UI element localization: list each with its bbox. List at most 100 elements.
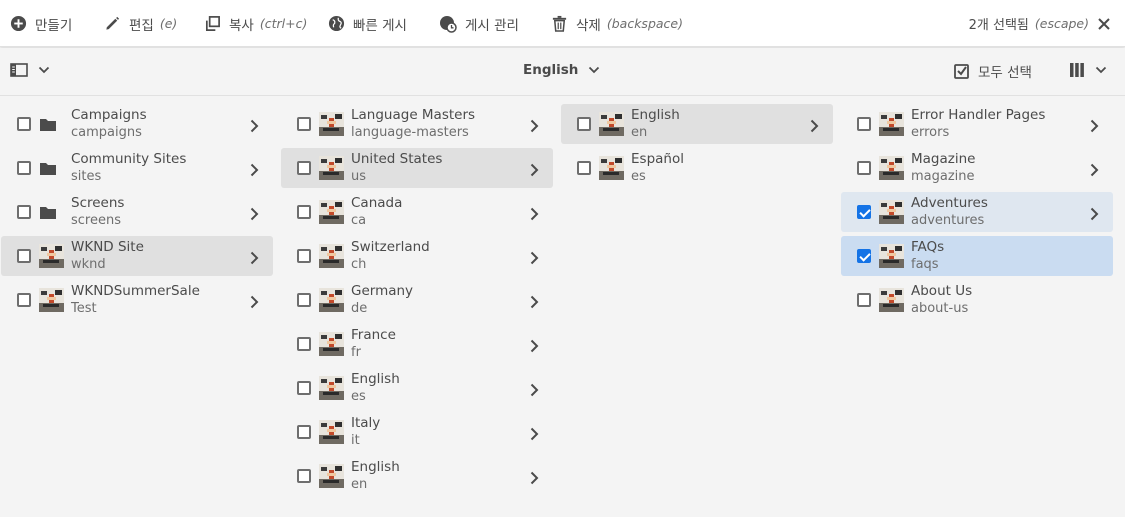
- selection-shortcut-hint: (escape): [1034, 16, 1089, 31]
- item-title: English: [351, 459, 400, 475]
- item-title: Germany: [351, 283, 414, 299]
- item-name: magazine: [911, 169, 975, 184]
- item-checkbox[interactable]: [297, 381, 311, 395]
- column-item[interactable]: Campaigns campaigns: [1, 104, 273, 144]
- close-selection-button[interactable]: [1097, 17, 1111, 31]
- chevron-right-icon[interactable]: [530, 426, 539, 445]
- copy-button[interactable]: 복사 (ctrl+c): [204, 0, 307, 47]
- chevron-right-icon[interactable]: [530, 470, 539, 489]
- page-thumbnail: [319, 244, 344, 268]
- item-name: about-us: [911, 301, 969, 316]
- item-checkbox[interactable]: [17, 117, 31, 131]
- item-checkbox[interactable]: [297, 293, 311, 307]
- column-item[interactable]: Germany de: [281, 280, 553, 320]
- item-checkbox[interactable]: [297, 249, 311, 263]
- item-checkbox[interactable]: [297, 469, 311, 483]
- item-checkbox[interactable]: [297, 425, 311, 439]
- chevron-right-icon[interactable]: [530, 250, 539, 269]
- page-thumbnail: [879, 200, 904, 224]
- column-item[interactable]: Magazine magazine: [841, 148, 1113, 188]
- item-checkbox[interactable]: [297, 205, 311, 219]
- add-circle-icon: [10, 15, 27, 32]
- column-item[interactable]: WKND Site wknd: [1, 236, 273, 276]
- item-checkbox[interactable]: [857, 117, 871, 131]
- item-text: Español es: [631, 151, 684, 185]
- chevron-right-icon[interactable]: [250, 250, 259, 269]
- item-name: sites: [71, 169, 102, 184]
- column-item[interactable]: FAQs faqs: [841, 236, 1113, 276]
- delete-shortcut-hint: (backspace): [606, 16, 683, 31]
- item-name: language-masters: [351, 125, 469, 140]
- column-item[interactable]: English en: [561, 104, 833, 144]
- column-item[interactable]: WKNDSummerSale Test: [1, 280, 273, 320]
- chevron-right-icon[interactable]: [530, 338, 539, 357]
- copy-icon: [205, 16, 220, 31]
- column-item[interactable]: Switzerland ch: [281, 236, 553, 276]
- column-item[interactable]: Italy it: [281, 412, 553, 452]
- column-item[interactable]: Español es: [561, 148, 833, 188]
- delete-button[interactable]: 삭제 (backspace): [551, 0, 683, 47]
- column-4: Error Handler Pages errors Magazine magazin…: [840, 97, 1120, 517]
- column-item[interactable]: English es: [281, 368, 553, 408]
- column-item[interactable]: English en: [281, 456, 553, 496]
- item-name: Test: [71, 301, 97, 316]
- page-title[interactable]: English: [523, 62, 600, 78]
- view-switcher[interactable]: [1069, 62, 1107, 78]
- item-checkbox[interactable]: [577, 161, 591, 175]
- item-name: ch: [351, 257, 367, 272]
- create-button[interactable]: 만들기: [10, 0, 72, 47]
- column-item[interactable]: Community Sites sites: [1, 148, 273, 188]
- item-checkbox[interactable]: [17, 161, 31, 175]
- chevron-right-icon[interactable]: [1090, 206, 1099, 225]
- column-item[interactable]: United States us: [281, 148, 553, 188]
- globe-clock-icon: [440, 15, 457, 33]
- quick-publish-button[interactable]: 빠른 게시: [328, 0, 407, 47]
- chevron-right-icon[interactable]: [530, 162, 539, 181]
- page-thumbnail: [319, 200, 344, 224]
- chevron-right-icon[interactable]: [250, 118, 259, 137]
- column-item[interactable]: Canada ca: [281, 192, 553, 232]
- item-title: France: [351, 327, 396, 343]
- rail-toggle-button[interactable]: [10, 62, 50, 78]
- edit-button[interactable]: 편집 (e): [104, 0, 177, 47]
- chevron-right-icon[interactable]: [810, 118, 819, 137]
- chevron-down-icon: [589, 66, 600, 74]
- chevron-right-icon[interactable]: [530, 382, 539, 401]
- chevron-right-icon[interactable]: [1090, 162, 1099, 181]
- chevron-right-icon[interactable]: [250, 162, 259, 181]
- item-checkbox[interactable]: [857, 249, 871, 263]
- chevron-right-icon[interactable]: [530, 206, 539, 225]
- select-all-button[interactable]: 모두 선택: [954, 61, 1032, 81]
- column-item[interactable]: About Us about-us: [841, 280, 1113, 320]
- item-title: Español: [631, 151, 684, 167]
- chevron-right-icon[interactable]: [530, 118, 539, 137]
- column-item[interactable]: France fr: [281, 324, 553, 364]
- item-checkbox[interactable]: [297, 337, 311, 351]
- chevron-right-icon[interactable]: [1090, 118, 1099, 137]
- item-name: us: [351, 169, 367, 184]
- item-name: en: [351, 477, 368, 492]
- item-checkbox[interactable]: [17, 205, 31, 219]
- item-checkbox[interactable]: [857, 205, 871, 219]
- item-checkbox[interactable]: [577, 117, 591, 131]
- item-checkbox[interactable]: [857, 161, 871, 175]
- manage-publication-button[interactable]: 게시 관리: [439, 0, 519, 47]
- column-item[interactable]: Error Handler Pages errors: [841, 104, 1113, 144]
- chevron-right-icon[interactable]: [250, 294, 259, 313]
- item-title: Adventures: [911, 195, 988, 211]
- quick-publish-label: 빠른 게시: [353, 17, 407, 34]
- item-checkbox[interactable]: [17, 249, 31, 263]
- item-checkbox[interactable]: [857, 293, 871, 307]
- item-checkbox[interactable]: [17, 293, 31, 307]
- item-checkbox[interactable]: [297, 161, 311, 175]
- column-view: Campaigns campaigns Community Sites sites Sc…: [0, 97, 1125, 517]
- column-item[interactable]: Screens screens: [1, 192, 273, 232]
- item-checkbox[interactable]: [297, 117, 311, 131]
- item-text: Canada ca: [351, 195, 402, 229]
- chevron-right-icon[interactable]: [530, 294, 539, 313]
- page-thumbnail: [879, 156, 904, 180]
- chevron-right-icon[interactable]: [250, 206, 259, 225]
- column-item[interactable]: Language Masters language-masters: [281, 104, 553, 144]
- item-name: screens: [71, 213, 121, 228]
- column-item[interactable]: Adventures adventures: [841, 192, 1113, 232]
